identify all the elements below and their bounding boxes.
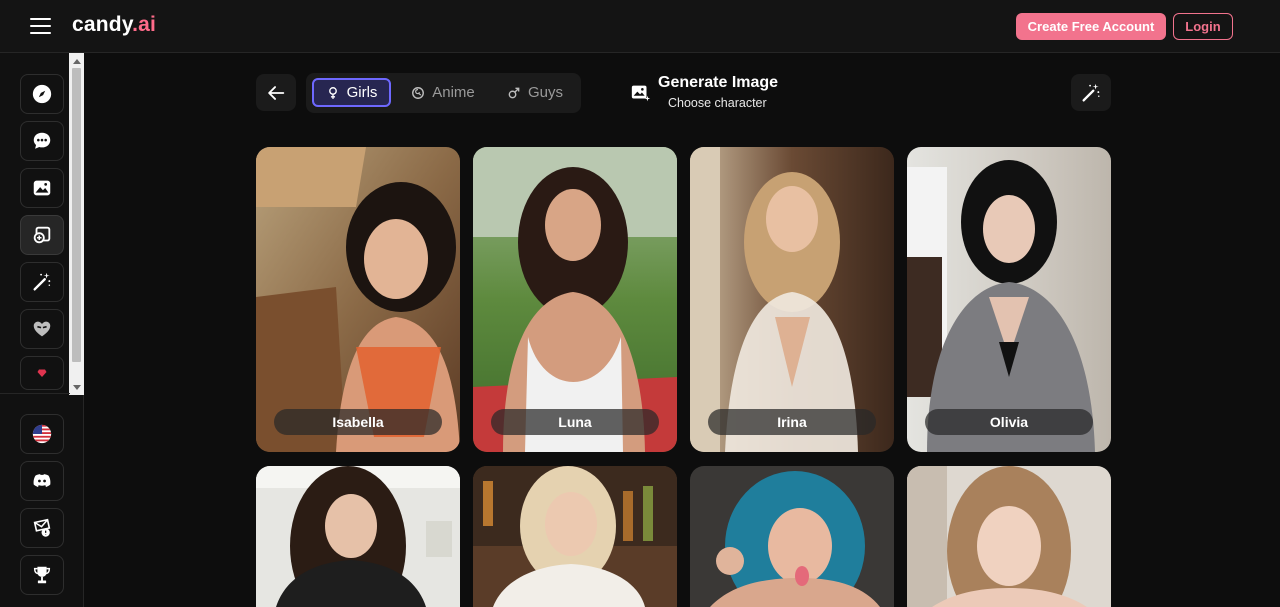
character-name: Olivia [925,409,1093,435]
character-card-olivia[interactable]: Olivia [907,147,1111,452]
character-photo [690,147,894,452]
character-card[interactable] [690,466,894,607]
create-account-button[interactable]: Create Free Account [1016,13,1166,40]
character-photo [473,147,677,452]
sidebar-item-premium[interactable] [20,356,64,390]
arrow-left-icon [268,85,285,100]
tab-guys-label: Guys [527,84,563,101]
sidebar-scrollbar[interactable] [69,53,84,395]
compass-icon [32,84,52,104]
generate-image-title: Generate Image [658,74,779,91]
sidebar-divider [0,393,70,394]
generate-image-header: Generate Image Choose character [630,73,810,113]
logo-accent: .ai [132,13,157,36]
sidebar-item-discord[interactable] [20,461,64,501]
tab-anime-label: Anime [432,84,475,101]
character-card-isabella[interactable]: Isabella [256,147,460,452]
sidebar-item-language[interactable] [20,414,64,454]
sidebar-item-gallery[interactable] [20,168,64,208]
magic-wand-icon [33,272,51,291]
generate-image-subtitle: Choose character [668,96,767,110]
character-photo [907,147,1111,452]
sidebar-item-explore[interactable] [20,74,64,114]
gem-icon [37,369,47,377]
create-character-icon [33,226,51,244]
trophy-icon [33,566,51,584]
discord-icon [33,474,51,487]
sidebar-item-leaderboard[interactable] [20,555,64,595]
anime-icon [412,86,425,99]
character-card[interactable] [256,466,460,607]
us-flag-icon [32,424,52,444]
tab-anime[interactable]: Anime [403,78,483,107]
character-photo [256,466,460,607]
menu-icon[interactable] [30,18,51,34]
scroll-up-icon[interactable] [73,59,81,64]
sidebar [0,53,84,607]
category-tabs: Girls Anime Guys [306,73,581,113]
magic-wand-icon [1082,83,1100,102]
chat-icon [33,132,51,149]
character-photo [473,466,677,607]
heart-mask-icon [33,321,51,337]
top-bar: candy.ai Create Free Account Login [0,0,1280,53]
logo[interactable]: candy.ai [72,13,156,37]
female-icon [328,86,337,99]
sidebar-item-support[interactable] [20,508,64,548]
tab-guys[interactable]: Guys [499,78,571,107]
character-card-irina[interactable]: Irina [690,147,894,452]
magic-generate-button[interactable] [1071,74,1111,111]
generate-image-icon [631,85,651,102]
tab-girls-label: Girls [346,84,378,101]
character-card[interactable] [907,466,1111,607]
scroll-thumb[interactable] [72,68,81,362]
character-photo [690,466,894,607]
male-icon [508,87,520,98]
back-button[interactable] [256,74,296,111]
character-photo [256,147,460,452]
character-name: Irina [708,409,876,435]
character-photo [907,466,1111,607]
support-icon [33,518,51,537]
character-name: Isabella [274,409,442,435]
tab-girls[interactable]: Girls [312,78,391,107]
image-gallery-icon [33,180,51,196]
logo-main: candy [72,13,133,36]
character-card[interactable] [473,466,677,607]
sidebar-item-chat[interactable] [20,121,64,161]
sidebar-item-generate[interactable] [20,262,64,302]
sidebar-item-my-ai[interactable] [20,309,64,349]
sidebar-item-create[interactable] [20,215,64,255]
character-card-luna[interactable]: Luna [473,147,677,452]
login-button[interactable]: Login [1173,13,1233,40]
character-name: Luna [491,409,659,435]
scroll-down-icon[interactable] [73,385,81,390]
